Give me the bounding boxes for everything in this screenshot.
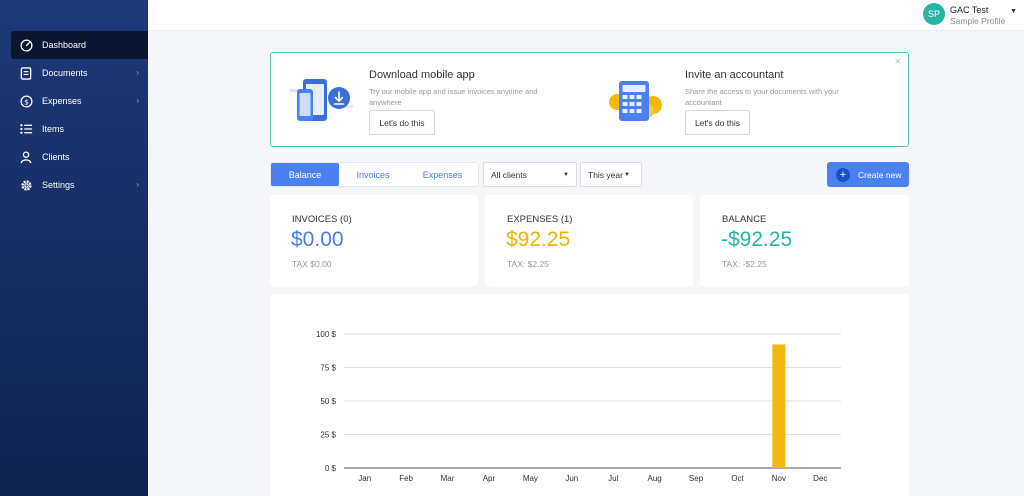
dashboard-gauge-icon (19, 38, 33, 52)
balance-tax: TAX: -$2.25 (722, 259, 767, 269)
promo-accountant-title: Invite an accountant (685, 69, 784, 81)
tab-invoices[interactable]: Invoices (339, 163, 407, 186)
x-tick-label: Oct (731, 474, 744, 483)
y-tick-label: 25 $ (320, 431, 336, 440)
expenses-chart-card: 0 $ 25 $ 50 $ 75 $ 100 $ Jan Feb Mar Apr May Jun Ju… (270, 294, 909, 496)
sidebar-item-settings[interactable]: Settings › (11, 171, 148, 199)
chevron-right-icon: › (136, 96, 139, 105)
x-tick-label: Sep (689, 474, 704, 483)
caret-down-icon: ▼ (563, 172, 569, 178)
expenses-tax: TAX: $2.25 (507, 259, 549, 269)
promo-app-title: Download mobile app (369, 69, 475, 81)
x-tick-label: Dec (813, 474, 827, 483)
x-tick-label: Apr (483, 474, 496, 483)
sidebar-item-label: Expenses (42, 96, 82, 106)
create-new-label: Create new (858, 169, 902, 180)
sidebar: Dashboard Documents › $ Expenses › Items (0, 0, 148, 496)
mobile-app-illustration-icon (289, 79, 353, 121)
promo-banner: × Download mobile app Try our mobile app… (270, 52, 909, 147)
x-tick-label: Mar (441, 474, 455, 483)
sidebar-item-dashboard[interactable]: Dashboard (11, 31, 148, 59)
caret-down-icon[interactable]: ▼ (1010, 8, 1017, 15)
x-tick-label: Aug (648, 474, 662, 483)
clients-filter-select[interactable]: All clients ▼ (483, 162, 577, 187)
balance-total: -$92.25 (721, 228, 793, 251)
gear-icon (19, 178, 33, 192)
plus-icon: + (836, 167, 850, 182)
y-tick-label: 0 $ (325, 464, 337, 473)
chevron-right-icon: › (136, 180, 139, 189)
invoices-label: INVOICES (0) (292, 214, 352, 225)
list-icon (19, 122, 33, 136)
sidebar-item-label: Settings (42, 180, 75, 190)
sidebar-item-label: Documents (42, 68, 88, 78)
monthly-bar-chart: 0 $ 25 $ 50 $ 75 $ 100 $ Jan Feb Mar Apr May Jun Ju… (316, 330, 841, 483)
x-tick-label: May (523, 474, 538, 483)
sidebar-item-clients[interactable]: Clients (11, 143, 148, 171)
invoices-tax: TAX $0.00 (292, 259, 332, 269)
caret-down-icon: ▼ (624, 172, 630, 178)
chart-bar-nov[interactable] (772, 344, 786, 468)
dollar-icon: $ (19, 94, 33, 108)
sidebar-item-expenses[interactable]: $ Expenses › (11, 87, 148, 115)
sidebar-item-label: Clients (42, 152, 70, 162)
x-tick-label: Jul (608, 474, 618, 483)
invoices-total: $0.00 (291, 228, 344, 251)
user-icon (19, 150, 33, 164)
y-tick-label: 100 $ (316, 330, 337, 339)
tab-balance[interactable]: Balance (271, 163, 339, 186)
download-app-button[interactable]: Let's do this (369, 110, 435, 135)
expenses-label: EXPENSES (1) (507, 214, 573, 225)
period-filter-select[interactable]: This year ▼ (580, 162, 642, 187)
avatar[interactable]: SP (923, 3, 945, 25)
expenses-total: $92.25 (506, 228, 571, 251)
tab-expenses[interactable]: Expenses (407, 163, 478, 186)
promo-app-description: Try our mobile app and issue invoices an… (369, 87, 538, 107)
calculator-illustration-icon (609, 81, 662, 121)
create-new-button[interactable]: + Create new (827, 162, 909, 187)
x-tick-label: Feb (399, 474, 413, 483)
y-tick-label: 50 $ (320, 397, 336, 406)
chevron-right-icon: › (136, 68, 139, 77)
x-tick-label: Jun (565, 474, 578, 483)
promo-accountant-description: Share the access to your documents with … (685, 87, 839, 107)
sidebar-item-documents[interactable]: Documents › (11, 59, 148, 87)
user-name[interactable]: GAC Test (950, 5, 988, 15)
balance-card: BALANCE -$92.25 TAX: -$2.25 (700, 195, 909, 286)
period-filter-value: This year (588, 169, 623, 180)
balance-label: BALANCE (722, 214, 767, 225)
user-profile-name: Sample Profile (950, 16, 1006, 26)
x-tick-label: Nov (772, 474, 786, 483)
invoices-card: INVOICES (0) $0.00 TAX $0.00 (270, 195, 478, 286)
invite-accountant-button[interactable]: Let's do this (685, 110, 750, 135)
sidebar-item-label: Dashboard (42, 40, 87, 50)
clients-filter-value: All clients (491, 169, 527, 180)
top-bar: SP GAC Test Sample Profile ▼ (148, 0, 1024, 31)
close-icon[interactable]: × (895, 56, 901, 68)
expenses-card: EXPENSES (1) $92.25 TAX: $2.25 (485, 195, 693, 286)
svg-text:$: $ (24, 97, 29, 106)
sidebar-item-items[interactable]: Items (11, 115, 148, 143)
y-tick-label: 75 $ (320, 364, 336, 373)
x-tick-label: Jan (358, 474, 371, 483)
view-tabs: Balance Invoices Expenses (270, 162, 479, 187)
sidebar-item-label: Items (42, 124, 65, 134)
sidebar-nav: Dashboard Documents › $ Expenses › Items (11, 31, 148, 199)
document-icon (19, 66, 33, 80)
